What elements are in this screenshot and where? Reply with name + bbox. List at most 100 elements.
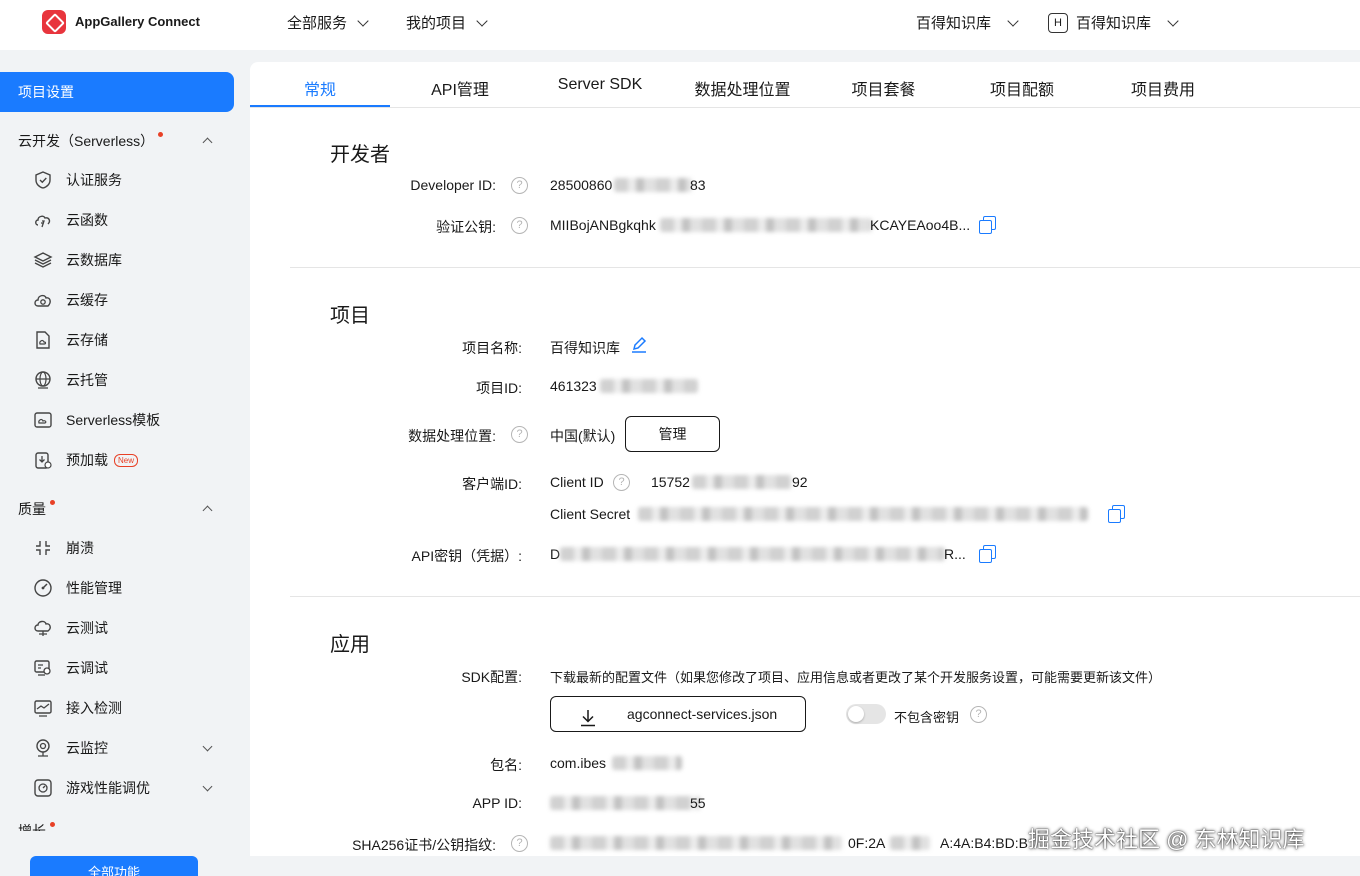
sidebar-group-label: 云开发（Serverless） <box>18 133 155 149</box>
chevron-down-icon[interactable] <box>202 781 213 792</box>
monitor-chart-icon <box>32 697 54 719</box>
redacted-blur <box>890 836 930 850</box>
sidebar-item-label: 性能管理 <box>66 580 122 596</box>
sidebar-item-performance[interactable]: 性能管理 <box>32 577 122 599</box>
client-id-label: Client ID <box>550 474 604 490</box>
sidebar-item-preload[interactable]: 预加载 New <box>32 449 139 471</box>
sidebar-item-cloud-test[interactable]: 云测试 <box>32 617 108 639</box>
all-services-menu[interactable]: 全部服务 <box>287 12 369 33</box>
exclude-key-label: 不包含密钥 <box>894 710 960 725</box>
copy-icon[interactable] <box>1107 504 1125 523</box>
help-icon[interactable]: ? <box>970 706 987 723</box>
notification-dot <box>50 822 55 827</box>
sidebar-item-serverless-template[interactable]: Serverless模板 <box>32 409 160 431</box>
appgallery-logo-icon[interactable] <box>42 10 66 34</box>
copy-icon[interactable] <box>978 544 996 563</box>
sidebar-item-label: 认证服务 <box>66 172 122 188</box>
my-projects-menu[interactable]: 我的项目 <box>406 12 488 33</box>
help-icon[interactable]: ? <box>511 217 528 234</box>
sidebar-item-crash[interactable]: 崩溃 <box>32 537 94 559</box>
edit-icon[interactable] <box>630 336 648 354</box>
all-functions-button[interactable]: 全部功能 <box>30 856 198 876</box>
tab-project-fees[interactable]: 项目费用 <box>1092 76 1234 100</box>
tab-project-plan[interactable]: 项目套餐 <box>815 76 952 100</box>
sidebar-item-label: 云函数 <box>66 212 108 228</box>
sidebar-item-project-settings[interactable]: 项目设置 <box>0 72 234 112</box>
section-divider <box>290 267 1360 268</box>
sidebar-item-cloud-debug[interactable]: 云调试 <box>32 657 108 679</box>
sidebar-item-label: 云缓存 <box>66 292 108 308</box>
help-icon[interactable]: ? <box>511 426 528 443</box>
sidebar-group-quality[interactable]: 质量 <box>18 499 55 519</box>
sidebar-group-serverless[interactable]: 云开发（Serverless） <box>18 131 164 151</box>
help-icon[interactable]: ? <box>511 835 528 852</box>
sidebar-item-game-perf[interactable]: 游戏性能调优 <box>32 777 150 799</box>
sidebar-group-label: 质量 <box>18 501 46 517</box>
cloud-test-icon <box>32 617 54 639</box>
sidebar-item-label: 云存储 <box>66 332 108 348</box>
help-icon[interactable]: ? <box>511 177 528 194</box>
chevron-down-icon[interactable] <box>202 741 213 752</box>
tab-server-sdk[interactable]: Server SDK <box>530 76 670 94</box>
sidebar-item-cloud-hosting[interactable]: 云托管 <box>32 369 108 391</box>
gauge-icon <box>32 577 54 599</box>
sidebar-item-auth[interactable]: 认证服务 <box>32 169 122 191</box>
sidebar-item-label: 云监控 <box>66 740 108 756</box>
sidebar-item-cloud-db[interactable]: 云数据库 <box>32 249 122 271</box>
api-key-label: API密钥（凭据）: <box>411 548 522 564</box>
debug-icon <box>32 657 54 679</box>
sidebar-item-cloud-storage[interactable]: 云存储 <box>32 329 108 351</box>
watermark: 掘金技术社区 @ 东林知识库 <box>1028 827 1305 852</box>
project-name-label: 项目名称: <box>462 340 522 356</box>
sidebar-item-cloud-monitor[interactable]: 云监控 <box>32 737 108 759</box>
api-key-prefix: D <box>550 546 561 562</box>
tab-project-quota[interactable]: 项目配额 <box>952 76 1092 100</box>
file-storage-icon <box>32 329 54 351</box>
section-title-developer: 开发者 <box>330 144 390 166</box>
tab-general[interactable]: 常规 <box>250 76 390 100</box>
package-name-label: 包名: <box>490 757 522 773</box>
redacted-blur <box>560 547 945 561</box>
sidebar-group-growth[interactable]: 增长 <box>18 821 55 831</box>
main-panel: 常规 API管理 Server SDK 数据处理位置 项目套餐 项目配额 项目费… <box>250 62 1360 856</box>
chevron-up-icon[interactable] <box>202 505 213 516</box>
sidebar-item-integration-check[interactable]: 接入检测 <box>32 697 122 719</box>
exclude-key-toggle[interactable] <box>846 704 886 724</box>
sdk-config-description: 下载最新的配置文件（如果您修改了项目、应用信息或者更改了某个开发服务设置，可能需… <box>550 670 1162 685</box>
sha256-label: SHA256证书/公钥指纹: <box>352 837 496 853</box>
sidebar-item-cloud-cache[interactable]: 云缓存 <box>32 289 108 311</box>
public-key-label: 验证公钥: <box>436 219 496 235</box>
project-id-prefix: 461323 <box>550 378 597 394</box>
client-id-prefix: 15752 <box>651 474 690 490</box>
sdk-config-label: SDK配置: <box>461 669 522 685</box>
manage-button[interactable]: 管理 <box>625 416 720 452</box>
shield-check-icon <box>32 169 54 191</box>
sidebar-group-label: 增长 <box>18 823 46 831</box>
redacted-blur <box>550 796 700 810</box>
redacted-blur <box>614 178 692 192</box>
team-selector-label: 百得知识库 <box>916 15 992 32</box>
tab-api-management[interactable]: API管理 <box>390 76 530 100</box>
sha256-fragment-2: A:4A:B4:BD:B <box>940 835 1028 851</box>
sidebar-item-label: 云托管 <box>66 372 108 388</box>
sidebar-item-cloud-functions[interactable]: 云函数 <box>32 209 108 231</box>
copy-icon[interactable] <box>978 215 996 234</box>
team-selector[interactable]: 百得知识库 <box>916 12 1019 33</box>
sidebar: 项目设置 云开发（Serverless） 认证服务 云函数 云数据库 云缓存 云… <box>0 50 250 876</box>
sidebar-item-label: 云数据库 <box>66 252 122 268</box>
data-location-value: 中国(默认) <box>550 428 616 444</box>
chevron-up-icon[interactable] <box>202 137 213 148</box>
tab-bar: 常规 API管理 Server SDK 数据处理位置 项目套餐 项目配额 项目费… <box>250 62 1360 108</box>
sha256-fragment: 0F:2A <box>848 835 886 851</box>
brand-name[interactable]: AppGallery Connect <box>75 14 200 29</box>
redacted-blur <box>638 507 1088 521</box>
sidebar-item-label: 崩溃 <box>66 540 94 556</box>
account-menu[interactable]: H 百得知识库 <box>1048 12 1179 33</box>
redacted-blur <box>692 475 792 489</box>
download-config-button[interactable]: agconnect-services.json <box>550 696 806 732</box>
public-key-prefix: MIIBojANBgkqhk <box>550 217 656 233</box>
help-icon[interactable]: ? <box>613 474 630 491</box>
tab-data-location[interactable]: 数据处理位置 <box>670 76 815 100</box>
globe-icon <box>32 369 54 391</box>
my-projects-label: 我的项目 <box>406 15 467 32</box>
